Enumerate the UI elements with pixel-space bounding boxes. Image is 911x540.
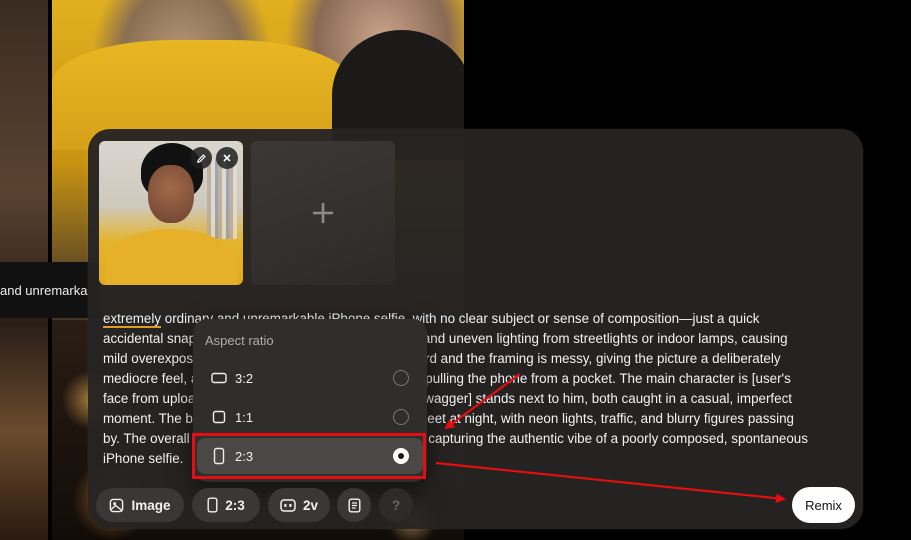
aspect-option-3-2[interactable]: 3:2 — [197, 360, 423, 396]
highlighted-word: extremely — [103, 311, 162, 328]
aspect-ratio-button[interactable]: 2:3 — [192, 488, 260, 522]
reference-image-thumbnail[interactable] — [99, 141, 243, 285]
aspect-option-label: 1:1 — [235, 409, 254, 425]
variations-button[interactable]: 2v — [268, 488, 330, 522]
variations-icon — [280, 498, 296, 512]
edit-image-button[interactable] — [190, 147, 212, 169]
thumbnail-face — [148, 165, 194, 223]
portrait-ratio-icon — [207, 497, 218, 513]
aspect-ratio-title: Aspect ratio — [205, 333, 274, 348]
preset-button[interactable] — [337, 488, 371, 522]
thumbnail-clothes-rack — [207, 159, 237, 239]
variations-label: 2v — [302, 497, 319, 513]
help-label: ? — [391, 497, 401, 513]
remix-label: Remix — [805, 497, 842, 513]
document-icon — [348, 498, 361, 513]
plus-icon — [313, 203, 333, 223]
aspect-option-label: 3:2 — [235, 370, 254, 386]
image-icon — [110, 498, 124, 512]
square-ratio-icon — [205, 410, 233, 424]
annotation-highlight-box — [192, 433, 426, 479]
close-icon — [223, 154, 231, 162]
add-image-slot[interactable] — [251, 141, 395, 285]
radio-button[interactable] — [393, 409, 409, 425]
help-button[interactable]: ? — [379, 488, 413, 522]
radio-button[interactable] — [393, 370, 409, 386]
background-strip-text: and unremarka — [0, 282, 88, 298]
remix-button[interactable]: Remix — [792, 487, 855, 523]
pencil-icon — [196, 153, 206, 163]
aspect-option-1-1[interactable]: 1:1 — [197, 399, 423, 435]
remove-image-button[interactable] — [216, 147, 238, 169]
aspect-ratio-label: 2:3 — [225, 497, 245, 513]
image-mode-button[interactable]: Image — [96, 488, 184, 522]
background-text-strip: and unremarka — [0, 262, 100, 318]
image-mode-label: Image — [131, 497, 171, 513]
landscape-ratio-icon — [205, 372, 233, 384]
